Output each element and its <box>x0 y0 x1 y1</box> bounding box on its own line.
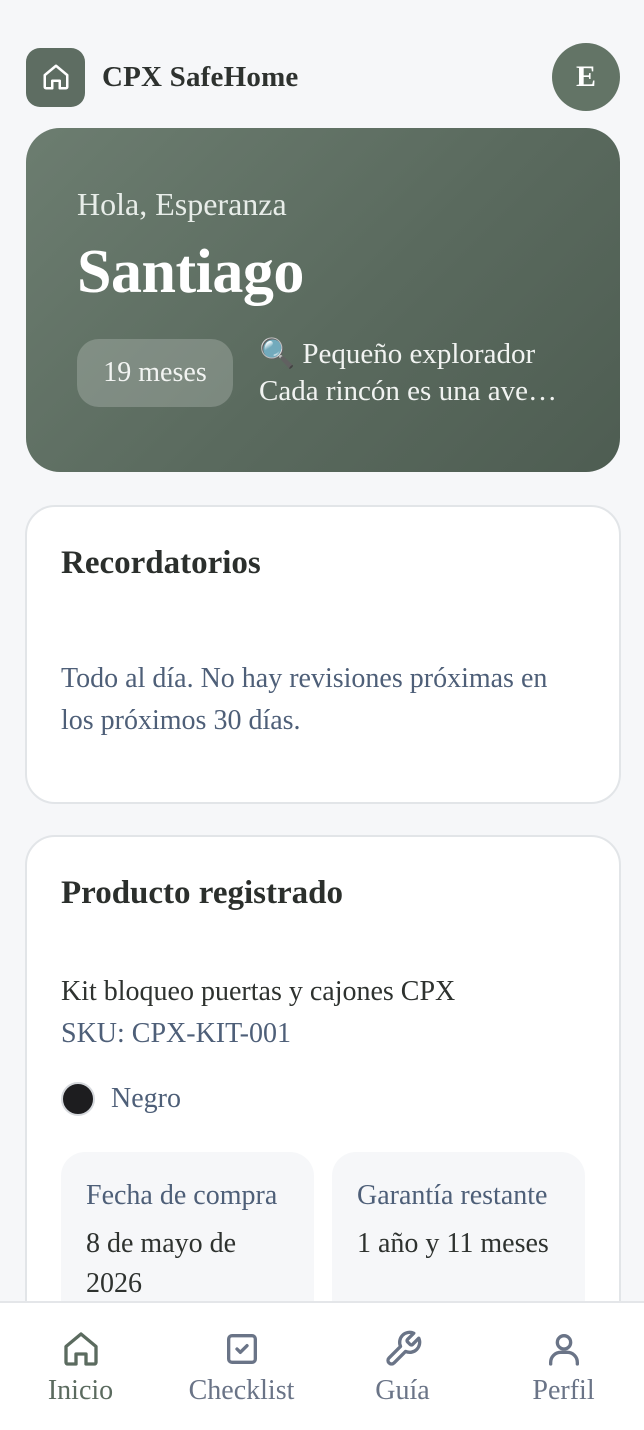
product-name: Kit bloqueo puertas y cajones CPX <box>61 976 456 1007</box>
greeting: Hola, Esperanza <box>77 186 287 222</box>
home-screen: CPX SafeHome E Hola, Esperanza Santiago … <box>0 0 644 1430</box>
reminders-empty-text: Todo al día. No hay revisiones próximas … <box>61 663 548 736</box>
home-icon <box>63 1332 98 1366</box>
nav-label-guide: Guía <box>375 1375 430 1406</box>
development-stage: 🔍 Pequeño explorador Cada rincón es una … <box>259 336 569 410</box>
nav-label-checklist: Checklist <box>188 1375 295 1406</box>
warranty-value: 1 año y 11 meses <box>357 1228 549 1259</box>
child-hero-card: Hola, Esperanza Santiago 19 meses 🔍 Pequ… <box>26 128 620 472</box>
avatar[interactable]: E <box>552 43 620 111</box>
age-badge: 19 meses <box>77 339 233 407</box>
hero-details: 19 meses 🔍 Pequeño explorador Cada rincó… <box>77 336 569 410</box>
color-label: Negro <box>111 1083 181 1114</box>
color-swatch <box>61 1082 95 1116</box>
child-name: Santiago <box>77 238 304 306</box>
stage-subtitle: Cada rincón es una aventura <box>259 375 569 407</box>
product-color: Negro <box>61 1082 585 1116</box>
nav-item-profile[interactable]: Perfil <box>489 1329 639 1407</box>
bottom-nav: Inicio Checklist Guía Perfil <box>0 1301 644 1430</box>
product-title: Producto registrado <box>61 875 343 911</box>
user-icon <box>548 1334 579 1366</box>
nav-label-home: Inicio <box>47 1375 114 1406</box>
purchase-date-value: 8 de mayo de 2026 <box>86 1228 237 1299</box>
home-logo-icon <box>26 47 85 107</box>
stage-title: 🔍 Pequeño explorador <box>259 338 536 370</box>
nav-item-home[interactable]: Inicio <box>6 1329 156 1407</box>
nav-item-guide[interactable]: Guía <box>328 1329 478 1407</box>
wrench-icon <box>385 1330 421 1366</box>
brand: CPX SafeHome <box>26 47 299 107</box>
warranty-label: Garantía restante <box>357 1180 548 1211</box>
app-header: CPX SafeHome E <box>26 43 620 111</box>
purchase-date-label: Fecha de compra <box>86 1180 278 1211</box>
app-title: CPX SafeHome <box>102 60 299 93</box>
reminders-title: Recordatorios <box>61 545 261 581</box>
nav-item-checklist[interactable]: Checklist <box>167 1329 317 1407</box>
product-sku: SKU: CPX-KIT-001 <box>61 1018 291 1049</box>
reminders-card: Recordatorios Todo al día. No hay revisi… <box>25 505 621 804</box>
nav-label-profile: Perfil <box>532 1375 595 1406</box>
checklist-icon <box>226 1334 257 1364</box>
